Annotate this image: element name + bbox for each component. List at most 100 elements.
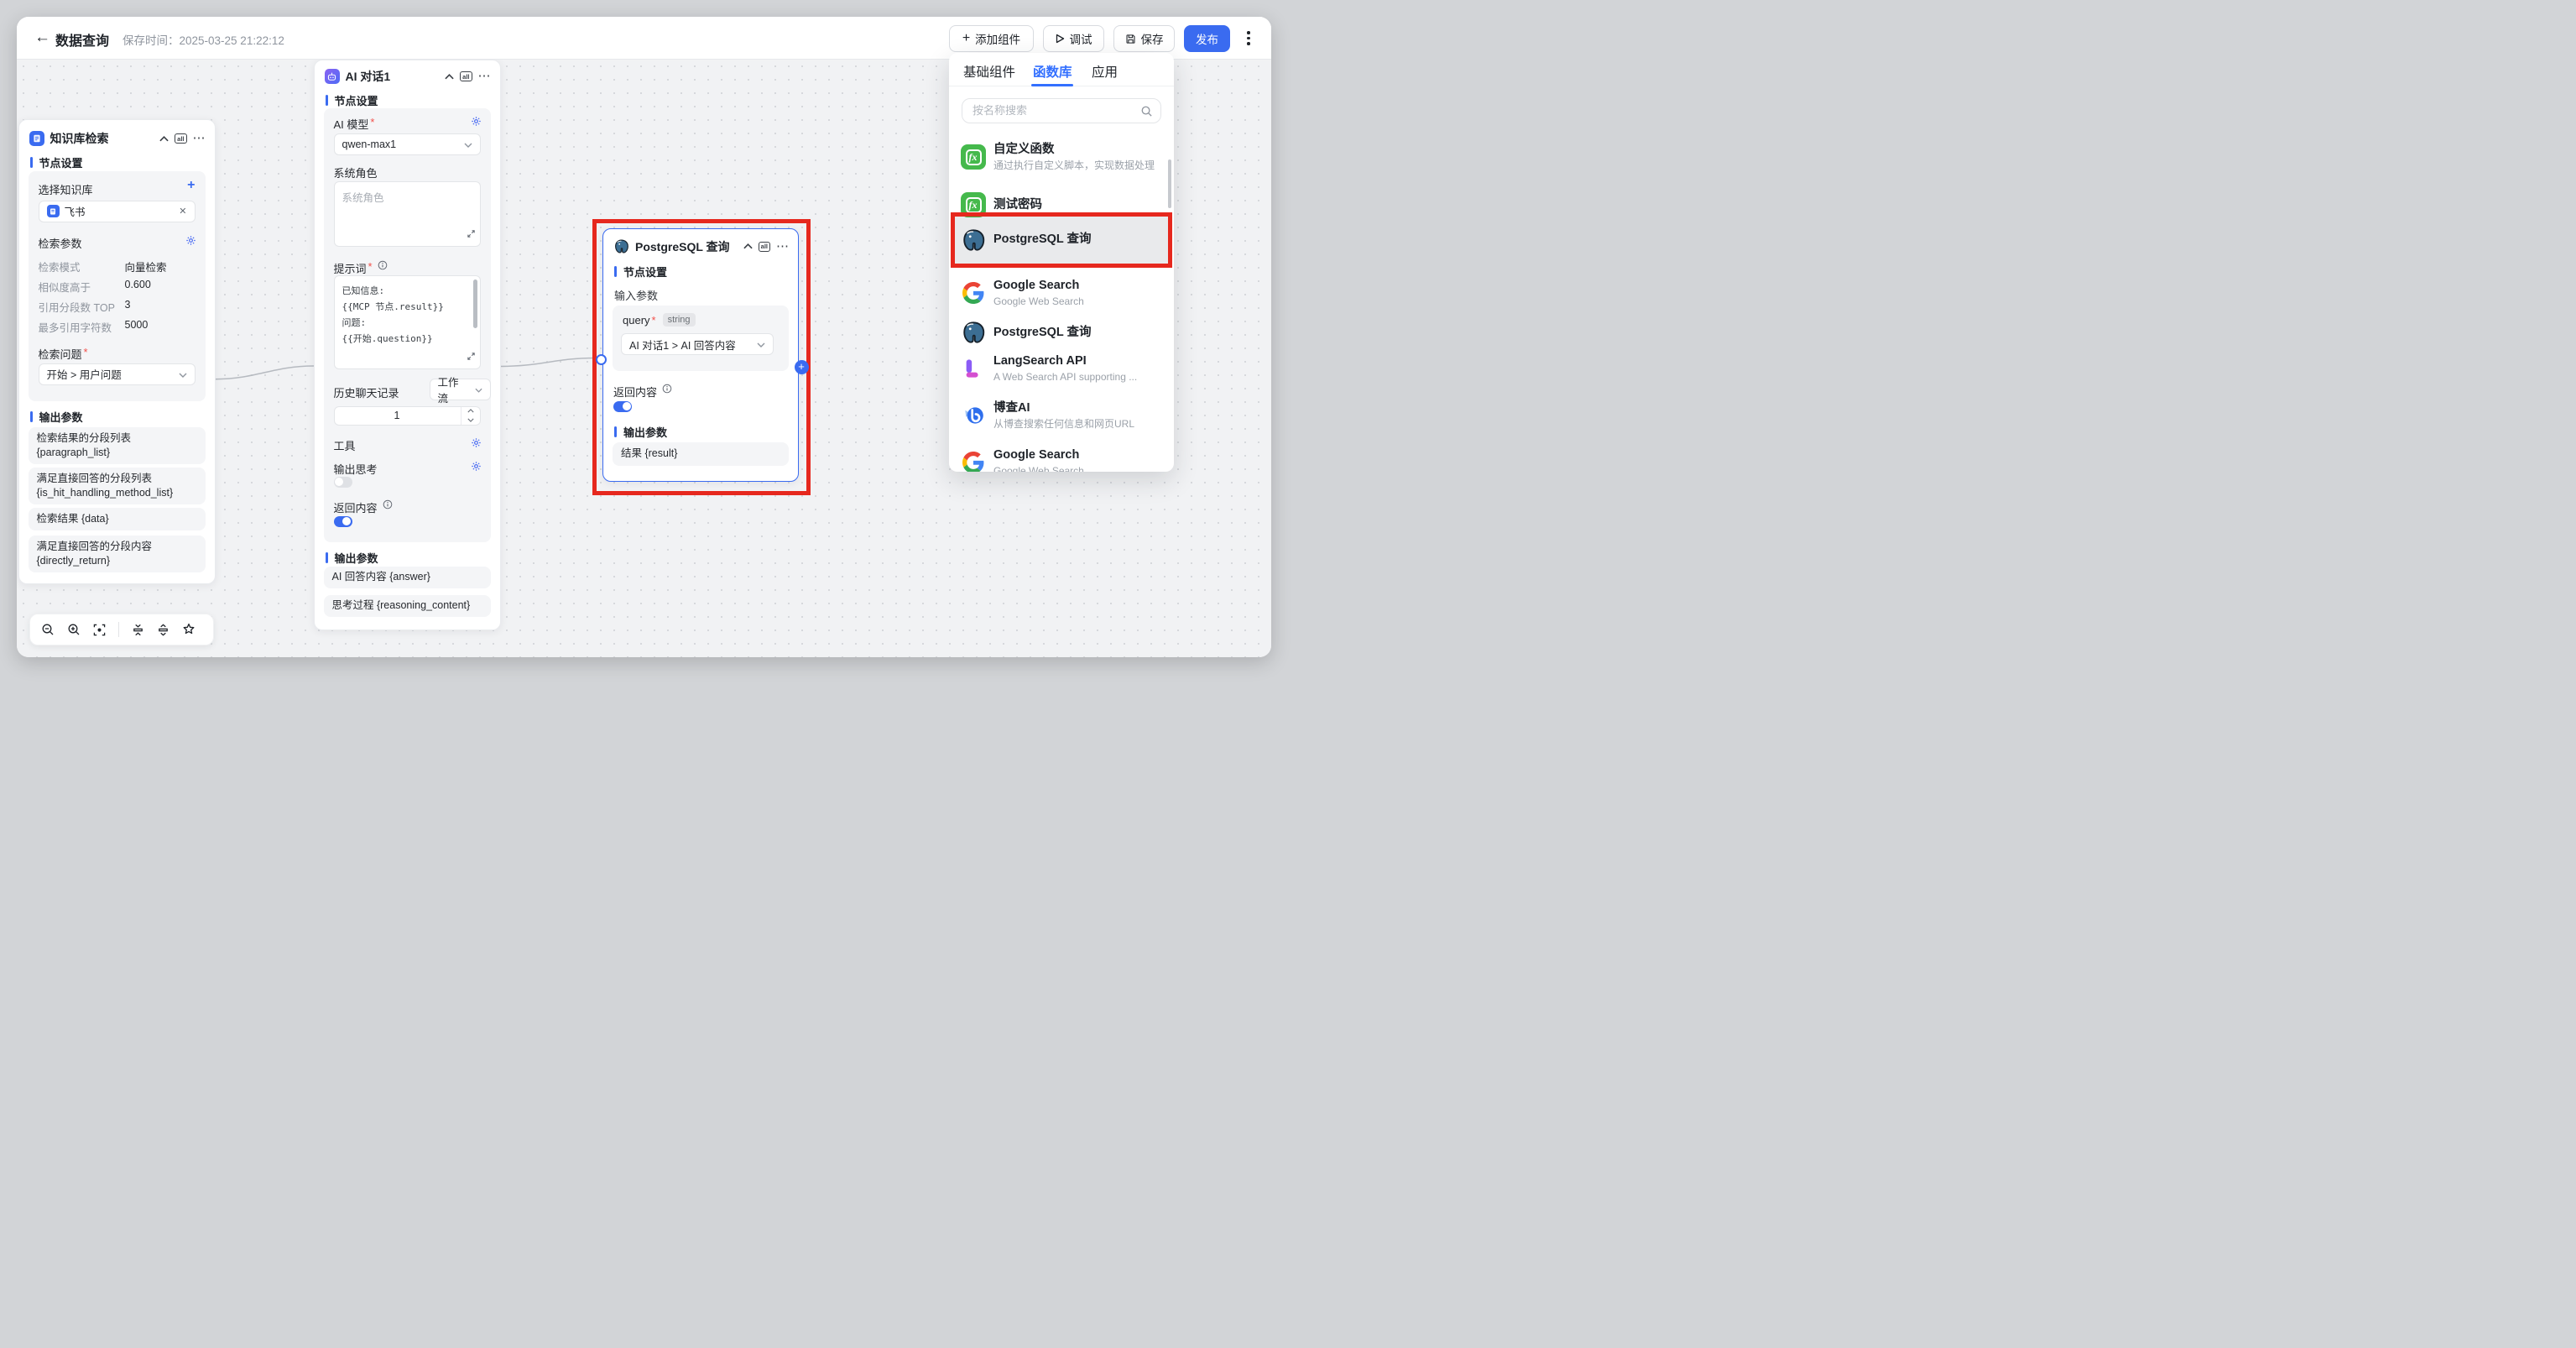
kb-selected-chip[interactable]: 飞书 ✕ [39, 201, 196, 222]
collapse-all-icon[interactable] [132, 624, 144, 636]
role-label: 系统角色 [334, 165, 378, 180]
collapse-icon[interactable] [159, 136, 169, 142]
debug-button[interactable]: 调试 [1043, 25, 1104, 52]
panel-search [962, 98, 1161, 123]
more-icon[interactable]: ⋯ [478, 72, 492, 81]
step-down-icon[interactable] [461, 415, 480, 425]
list-item-google-search[interactable]: Google SearchGoogle Web Search [949, 270, 1169, 316]
beautify-icon[interactable] [182, 623, 196, 636]
return-toggle-on[interactable] [334, 516, 352, 527]
search-input[interactable] [962, 99, 1160, 123]
collapse-icon[interactable] [743, 243, 753, 249]
active-tab-underline [1031, 84, 1073, 86]
langsearch-icon [961, 356, 986, 381]
number-stepper[interactable] [461, 407, 480, 425]
node-postgresql-query[interactable]: PostgreSQL 查询 all ⋯ 节点设置 输入参数 query* str… [602, 228, 799, 482]
role-textarea[interactable] [335, 182, 480, 246]
tab-basic-components[interactable]: 基础组件 [963, 62, 1015, 81]
back-button[interactable]: ← [34, 29, 50, 47]
publish-button[interactable]: 发布 [1184, 25, 1230, 52]
section-bar [614, 266, 617, 277]
tab-function-library[interactable]: 函数库 [1033, 62, 1072, 81]
add-next-node-button[interactable]: + [795, 360, 809, 374]
add-knowledge-icon[interactable]: + [187, 180, 195, 191]
save-button[interactable]: 保存 [1113, 25, 1175, 52]
panel-tabs: 基础组件 函数库 应用 [949, 53, 1174, 86]
history-count-input[interactable]: 1 [334, 406, 481, 426]
model-value: qwen-max1 [342, 138, 397, 150]
question-label: 检索问题* [39, 346, 88, 362]
output-param: 检索结果 {data} [29, 508, 206, 530]
model-select[interactable]: qwen-max1 [334, 133, 481, 155]
component-panel: 基础组件 函数库 应用 fx 自定义函数通过执行自定义脚本，实现数据处理 fx … [949, 53, 1174, 472]
more-menu-icon[interactable] [1240, 29, 1257, 49]
resize-icon[interactable] [467, 350, 476, 365]
run-all-icon[interactable]: all [759, 242, 770, 252]
think-gear-icon[interactable] [471, 461, 482, 476]
step-up-icon[interactable] [461, 407, 480, 416]
section-bar [30, 411, 33, 422]
think-label: 输出思考 [334, 461, 378, 477]
zoom-in-icon[interactable] [67, 623, 81, 636]
model-label: AI 模型* [334, 116, 375, 132]
run-all-icon[interactable]: all [460, 71, 472, 81]
tools-label: 工具 [334, 437, 356, 453]
list-item-postgresql-query[interactable]: PostgreSQL 查询 [949, 214, 1169, 265]
list-item-bocha-ai[interactable]: 博查AI从博查搜索任何信息和网页URL [949, 393, 1169, 438]
zoom-out-icon[interactable] [41, 623, 55, 636]
search-params-label: 检索参数 [39, 235, 82, 251]
chevron-down-icon [757, 338, 765, 350]
query-value-select[interactable]: AI 对话1 > AI 回答内容 [621, 333, 774, 355]
think-toggle-off[interactable] [334, 477, 352, 488]
history-select[interactable]: 工作流 [430, 379, 491, 400]
params-gear-icon[interactable] [185, 235, 196, 250]
tools-gear-icon[interactable] [471, 437, 482, 452]
node-title: 知识库检索 [50, 130, 154, 147]
expand-all-icon[interactable] [157, 624, 169, 636]
prompt-line: {{开始.question}} [342, 331, 470, 347]
prompt-textarea-wrap[interactable]: 已知信息: {{MCP 节点.result}} 问题: {{开始.questio… [334, 275, 481, 369]
list-item-google-search-2[interactable]: Google SearchGoogle Web Search [949, 440, 1169, 472]
input-port[interactable] [596, 354, 607, 365]
save-time-label: 保存时间：2025-03-25 21:22:12 [123, 31, 284, 48]
panel-scrollbar[interactable] [1168, 159, 1172, 208]
fx-icon: fx [961, 144, 986, 170]
pg-input-card: query* string AI 对话1 > AI 回答内容 [613, 306, 789, 371]
node-knowledge-retrieval[interactable]: 知识库检索 all ⋯ 节点设置 选择知识库 + 飞书 ✕ 检索参数 检索模式向… [18, 119, 216, 584]
save-icon [1125, 34, 1136, 44]
query-param-label: query* string [623, 313, 696, 327]
bocha-icon [961, 403, 986, 428]
google-icon [961, 280, 986, 306]
run-all-icon[interactable]: all [175, 133, 186, 144]
add-component-button[interactable]: + 添加组件 [949, 25, 1034, 52]
question-select[interactable]: 开始 > 用户问题 [39, 363, 196, 385]
google-icon [961, 450, 986, 472]
resize-icon[interactable] [467, 227, 476, 243]
kb-chip-label: 飞书 [65, 203, 86, 219]
return-label: 返回内容 [334, 499, 393, 515]
section-title: 输出参数 [623, 424, 667, 440]
more-icon[interactable]: ⋯ [776, 243, 790, 251]
node-ai-chat[interactable]: AI 对话1 all ⋯ 节点设置 AI 模型* qwen-max1 系统角色 [314, 60, 501, 630]
section-title: 输出参数 [335, 550, 378, 566]
kb-chip-icon [47, 205, 60, 217]
postgresql-icon [961, 227, 986, 253]
prompt-line: 已知信息: [342, 283, 470, 299]
app-window: 知识库检索 all ⋯ 节点设置 选择知识库 + 飞书 ✕ 检索参数 检索模式向… [17, 17, 1271, 657]
prompt-label: 提示词* [334, 260, 388, 276]
select-kb-label: 选择知识库 [39, 181, 93, 197]
textarea-scrollbar[interactable] [473, 280, 477, 328]
collapse-icon[interactable] [445, 74, 454, 80]
inputs-label: 输入参数 [614, 287, 658, 303]
tab-apps[interactable]: 应用 [1092, 62, 1118, 81]
info-icon [378, 260, 388, 276]
model-gear-icon[interactable] [471, 116, 482, 131]
remove-kb-icon[interactable]: ✕ [179, 206, 186, 217]
list-item-custom-function[interactable]: fx 自定义函数通过执行自定义脚本，实现数据处理 [949, 134, 1169, 180]
param-row: 检索模式向量检索 [39, 259, 196, 274]
more-icon[interactable]: ⋯ [193, 134, 206, 143]
return-toggle-on[interactable] [613, 401, 632, 412]
list-item-langsearch-api[interactable]: LangSearch APIA Web Search API supportin… [949, 346, 1169, 391]
chevron-down-icon [475, 384, 482, 395]
fit-view-icon[interactable] [93, 624, 106, 636]
